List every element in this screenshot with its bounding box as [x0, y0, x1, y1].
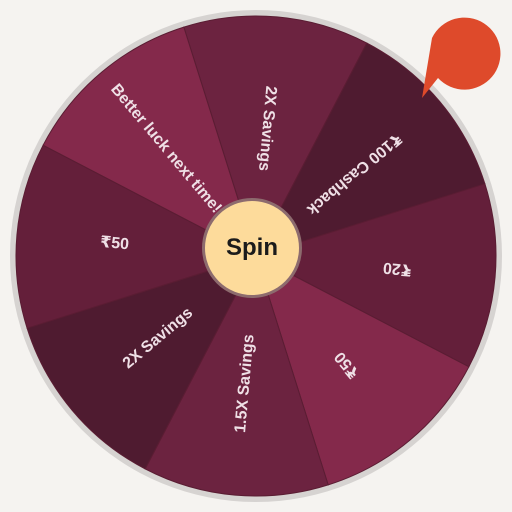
spin-button[interactable]: Spin [202, 198, 302, 298]
wheel-segment-label: ₹20 [382, 259, 412, 278]
teardrop-pointer-icon [422, 17, 501, 98]
wheel-segment-label: ₹50 [99, 234, 129, 253]
spin-button-label: Spin [226, 234, 278, 261]
spin-wheel-game: 2X Savings ₹100 Cashback ₹20 ₹50 1.5X Saving… [0, 0, 512, 512]
